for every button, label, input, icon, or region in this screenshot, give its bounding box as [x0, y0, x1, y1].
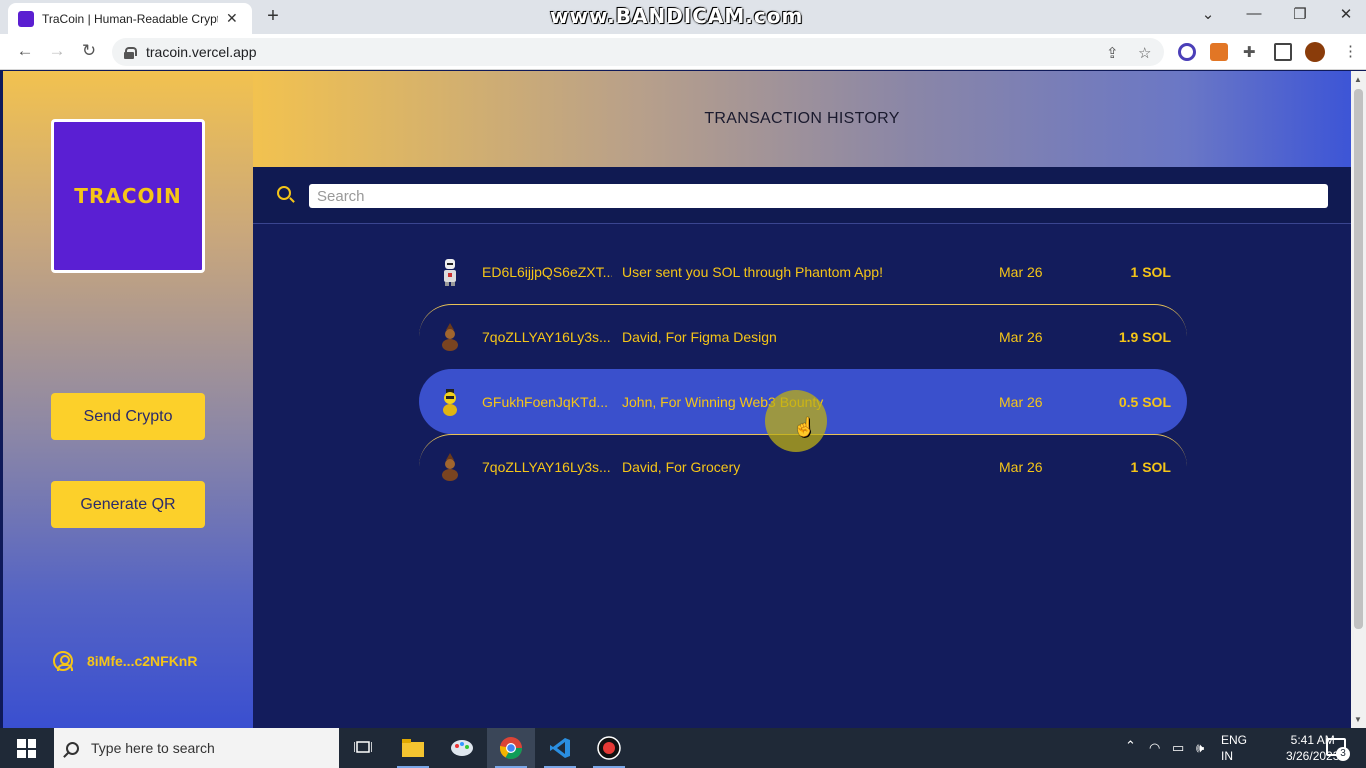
transaction-amount: 1 SOL — [1130, 459, 1171, 475]
tab-title: TraCoin | Human-Readable Crypto — [42, 11, 218, 26]
search-bar — [253, 167, 1351, 224]
transaction-row[interactable]: 7qoZLLYAY16Ly3s... David, For Figma Desi… — [419, 304, 1187, 369]
windows-start-icon[interactable] — [17, 739, 36, 758]
generate-qr-button[interactable]: Generate QR — [51, 481, 205, 528]
battery-icon[interactable]: ▭ — [1172, 740, 1184, 756]
transaction-list: ED6L6ijjpQS6eZXT... User sent you SOL th… — [419, 239, 1187, 499]
tracoin-favicon-icon — [18, 10, 34, 27]
transaction-hash: 7qoZLLYAY16Ly3s... — [482, 459, 611, 475]
user-circle-icon — [53, 651, 73, 671]
tracoin-logo: TRACOIN — [51, 119, 205, 273]
transaction-hash: ED6L6ijjpQS6eZXT... — [482, 263, 612, 280]
share-icon[interactable]: ⇪ — [1106, 44, 1119, 62]
wallet-info[interactable]: 8iMfe...c2NFKnR — [53, 651, 197, 671]
language-code: ENG — [1221, 733, 1248, 747]
taskbar-search-placeholder: Type here to search — [91, 740, 215, 756]
close-window-icon[interactable]: ✕ — [1334, 5, 1358, 23]
taskbar-search[interactable]: Type here to search — [54, 728, 339, 768]
search-input[interactable] — [309, 184, 1328, 208]
browser-tab[interactable]: TraCoin | Human-Readable Crypto ✕ — [8, 3, 252, 34]
browser-toolbar: ← → ↻ tracoin.vercel.app ⇪ ☆ ✚ ⋮ — [0, 34, 1366, 70]
send-crypto-button[interactable]: Send Crypto — [51, 393, 205, 440]
yellow-character-avatar-icon — [443, 389, 457, 416]
region-code: IN — [1221, 749, 1233, 763]
chrome-icon[interactable] — [487, 728, 535, 768]
tray-expand-icon[interactable]: ⌃ — [1125, 738, 1136, 754]
transaction-hash: GFukhFoenJqKTd... — [482, 394, 609, 410]
bookmark-star-icon[interactable]: ☆ — [1138, 44, 1151, 62]
language-indicator[interactable]: ENG IN — [1221, 732, 1247, 764]
white-robot-avatar-icon — [444, 258, 456, 286]
url-text: tracoin.vercel.app — [146, 44, 257, 60]
lock-icon — [124, 46, 137, 59]
metamask-icon[interactable] — [1210, 43, 1228, 61]
forward-icon[interactable]: → — [46, 41, 68, 61]
scroll-down-icon[interactable]: ▼ — [1354, 715, 1362, 724]
restore-icon[interactable]: ❐ — [1288, 5, 1312, 23]
transaction-amount: 1 SOL — [1130, 263, 1171, 280]
transaction-amount: 1.9 SOL — [1118, 329, 1171, 345]
minimize-icon[interactable]: — — [1242, 5, 1266, 22]
transaction-date: Mar 26 — [999, 329, 1043, 345]
bandicam-record-icon[interactable] — [585, 728, 633, 768]
back-icon[interactable]: ← — [14, 41, 36, 61]
transaction-hash: 7qoZLLYAY16Ly3s... — [482, 329, 611, 345]
task-view-icon[interactable] — [339, 728, 387, 768]
notification-badge: 3 — [1336, 747, 1350, 761]
close-tab-icon[interactable]: ✕ — [226, 10, 238, 27]
browser-menu-icon[interactable]: ⋮ — [1343, 42, 1358, 60]
hand-cursor-icon: ☝ — [793, 417, 816, 437]
recorder-watermark: www.BANDICAM.com — [550, 4, 804, 28]
transaction-amount: 0.5 SOL — [1118, 394, 1171, 410]
transaction-description: User sent you SOL through Phantom App! — [622, 263, 883, 280]
vscode-icon[interactable] — [536, 728, 584, 768]
side-panel-icon[interactable] — [1274, 43, 1292, 61]
search-icon — [277, 186, 291, 200]
windows-taskbar: Type here to search ⌃ ◠ ▭ 🕪 ENG IN 5:41 … — [0, 728, 1366, 768]
volume-icon[interactable]: 🕪 — [1196, 740, 1204, 756]
transaction-description: David, For Grocery — [622, 459, 741, 475]
tab-search-chevron-icon[interactable]: ⌄ — [1196, 5, 1220, 23]
profile-avatar[interactable] — [1305, 42, 1325, 62]
paint-app-icon[interactable] — [438, 728, 486, 768]
transaction-description: David, For Figma Design — [622, 329, 777, 345]
new-tab-icon[interactable]: + — [262, 5, 284, 28]
scroll-thumb[interactable] — [1354, 89, 1363, 629]
sidebar: TRACOIN Send Crypto Generate QR 8iMfe...… — [3, 71, 253, 728]
search-icon — [66, 741, 79, 755]
transaction-row[interactable]: ED6L6ijjpQS6eZXT... User sent you SOL th… — [419, 239, 1187, 304]
page-header: TRANSACTION HISTORY — [253, 71, 1351, 167]
extension-icon[interactable] — [1178, 43, 1196, 61]
extensions-puzzle-icon[interactable]: ✚ — [1243, 43, 1256, 61]
transaction-date: Mar 26 — [999, 459, 1043, 475]
transaction-date: Mar 26 — [999, 263, 1043, 280]
transaction-date: Mar 26 — [999, 394, 1043, 410]
logo-text: TRACOIN — [74, 184, 182, 208]
file-explorer-icon[interactable] — [389, 728, 437, 768]
network-icon[interactable]: ◠ — [1149, 740, 1160, 756]
scroll-up-icon[interactable]: ▲ — [1354, 75, 1362, 84]
browser-tab-bar: TraCoin | Human-Readable Crypto ✕ + www.… — [0, 0, 1366, 34]
wallet-address: 8iMfe...c2NFKnR — [87, 653, 198, 669]
tracoin-app: TRACOIN Send Crypto Generate QR 8iMfe...… — [3, 71, 1351, 728]
brown-character-avatar-icon — [442, 323, 458, 351]
page-scrollbar[interactable]: ▲ ▼ — [1351, 71, 1366, 728]
address-bar[interactable]: tracoin.vercel.app ⇪ ☆ — [112, 38, 1164, 66]
reload-icon[interactable]: ↻ — [78, 41, 100, 61]
brown-character-avatar-icon — [442, 453, 458, 481]
page-title: TRANSACTION HISTORY — [704, 110, 900, 127]
